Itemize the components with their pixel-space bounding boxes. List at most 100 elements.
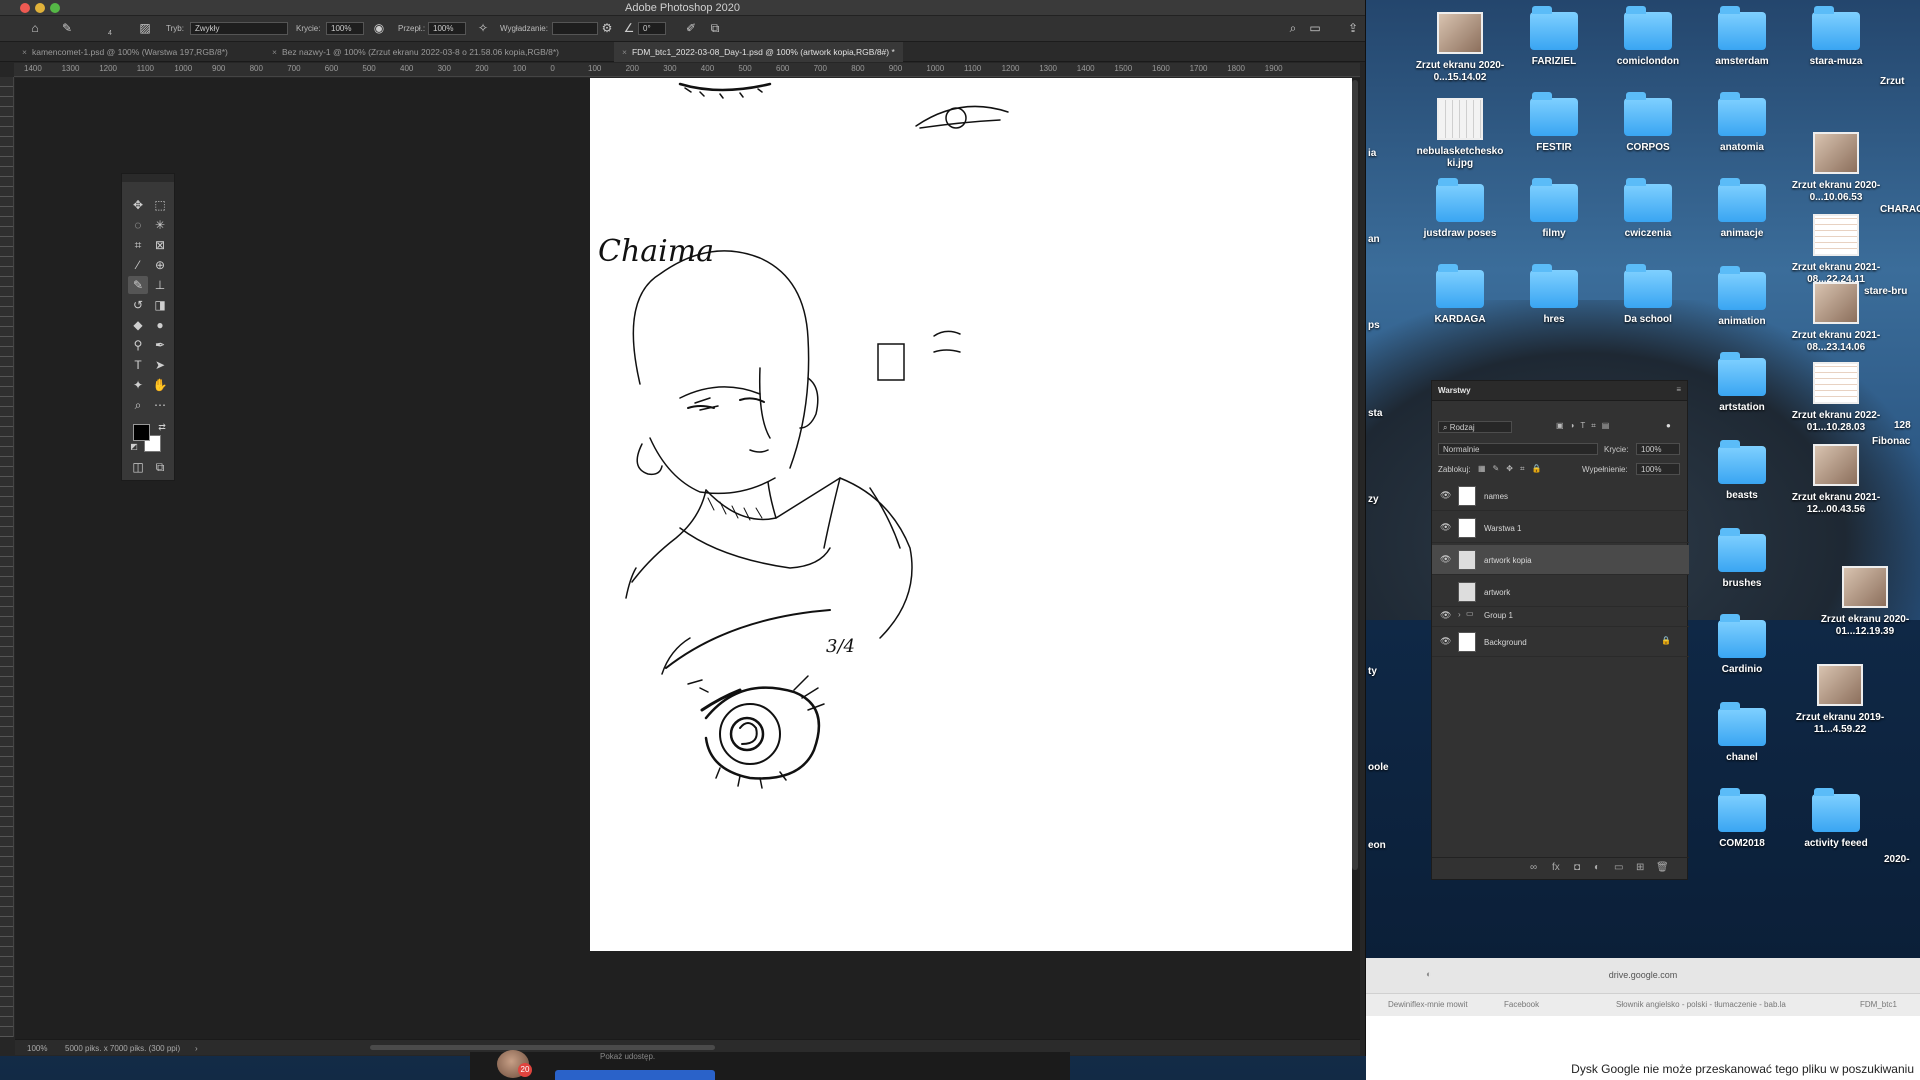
desktop-icon[interactable]: Zrzut ekranu 2022-01...10.28.03 xyxy=(1786,362,1886,434)
brush-settings-icon[interactable]: ▨ xyxy=(138,21,152,35)
angle-icon[interactable]: ∠ xyxy=(622,21,636,35)
desktop-icon[interactable]: Zrzut ekranu 2020-0...15.14.02 xyxy=(1410,12,1510,84)
crop-tool-icon[interactable]: ⌗ xyxy=(128,236,148,254)
link-layers-icon[interactable]: ∞ xyxy=(1530,862,1537,873)
desktop-folder[interactable]: hres xyxy=(1504,264,1604,326)
add-mask-icon[interactable]: ◘ xyxy=(1574,862,1580,873)
layer-filter-icons[interactable]: ▣◑T⌗▤ xyxy=(1556,421,1615,431)
desktop-icon[interactable]: Zrzut ekranu 2021-12...00.43.56 xyxy=(1786,444,1886,516)
document-tab[interactable]: × Bez nazwy-1 @ 100% (Zrzut ekranu 2022-0… xyxy=(264,42,567,62)
desktop-folder[interactable]: beasts xyxy=(1692,440,1792,502)
clone-stamp-tool-icon[interactable]: ⊥ xyxy=(150,276,170,294)
layer-filter-select[interactable]: ⌕ Rodzaj xyxy=(1438,421,1512,433)
swap-colors-icon[interactable]: ⇄ xyxy=(152,418,172,436)
desktop-folder[interactable]: KARDAGA xyxy=(1410,264,1510,326)
zoom-level[interactable]: 100% xyxy=(27,1044,47,1053)
marquee-tool-icon[interactable]: ⬚ xyxy=(150,196,170,214)
type-tool-icon[interactable]: T xyxy=(128,356,148,374)
brush-tool-icon[interactable]: ✎ xyxy=(128,276,148,294)
lasso-tool-icon[interactable]: ◌ xyxy=(128,216,148,234)
desktop-folder[interactable]: brushes xyxy=(1692,528,1792,590)
pen-tool-icon[interactable]: ✒ xyxy=(150,336,170,354)
tools-panel-header[interactable] xyxy=(122,174,174,182)
document-canvas[interactable]: Chaima 3/4 xyxy=(590,78,1352,951)
desktop-icon[interactable]: Zrzut ekranu 2020-0...10.06.53 xyxy=(1786,132,1886,204)
zoom-tool-icon[interactable]: ⌕ xyxy=(128,396,148,414)
workspace-icon[interactable]: ▭ xyxy=(1308,21,1322,35)
shape-tool-icon[interactable]: ✦ xyxy=(128,376,148,394)
desktop-folder[interactable]: comiclondon xyxy=(1598,6,1698,68)
hand-tool-icon[interactable]: ✋ xyxy=(150,376,170,394)
eraser-tool-icon[interactable]: ◨ xyxy=(150,296,170,314)
horizontal-scrollbar[interactable] xyxy=(370,1045,715,1050)
pressure-opacity-icon[interactable]: ◉ xyxy=(372,21,386,35)
close-tab-icon[interactable]: × xyxy=(22,47,27,57)
history-brush-tool-icon[interactable]: ↺ xyxy=(128,296,148,314)
desktop-folder[interactable]: animacje xyxy=(1692,178,1792,240)
magic-wand-tool-icon[interactable]: ✳ xyxy=(150,216,170,234)
share-screen-button[interactable] xyxy=(555,1070,715,1080)
visibility-eye-icon[interactable]: 👁 xyxy=(1440,611,1451,620)
visibility-eye-icon[interactable]: 👁 xyxy=(1440,637,1451,646)
adjustment-layer-icon[interactable]: ◐ xyxy=(1594,862,1600,873)
blur-tool-icon[interactable]: ● xyxy=(150,316,170,334)
document-info[interactable]: 5000 piks. x 7000 piks. (300 ppi) xyxy=(65,1044,180,1053)
quick-mask-icon[interactable]: ◫ xyxy=(128,458,148,476)
eyedropper-tool-icon[interactable]: ⁄ xyxy=(128,256,148,274)
close-tab-icon[interactable]: × xyxy=(272,47,277,57)
default-colors-icon[interactable]: ◩ xyxy=(124,438,144,456)
layers-panel-title[interactable]: Warstwy xyxy=(1438,386,1471,395)
angle-input[interactable]: 0° xyxy=(638,22,666,35)
fill-input[interactable]: 100% xyxy=(1636,463,1680,475)
bookmark-item[interactable]: Dewiniflex-mnie mowit xyxy=(1388,1000,1468,1009)
dodge-tool-icon[interactable]: ⚲ xyxy=(128,336,148,354)
airbrush-icon[interactable]: ✧ xyxy=(476,21,490,35)
frame-tool-icon[interactable]: ⊠ xyxy=(150,236,170,254)
share-icon[interactable]: ⇪ xyxy=(1346,21,1360,35)
layer-row-selected[interactable]: 👁 artwork kopia xyxy=(1432,545,1689,575)
paint-bucket-tool-icon[interactable]: ◆ xyxy=(128,316,148,334)
visibility-eye-icon[interactable]: 👁 xyxy=(1440,523,1451,532)
vertical-scrollbar[interactable] xyxy=(1352,80,1358,870)
new-layer-icon[interactable]: ⊞ xyxy=(1636,862,1644,873)
bookmark-item[interactable]: FDM_btc1 xyxy=(1860,1000,1897,1009)
desktop-icon[interactable]: Zrzut ekranu 2021-08...22.24.11 xyxy=(1786,214,1886,286)
desktop-folder[interactable]: Da school xyxy=(1598,264,1698,326)
new-group-icon[interactable]: ▭ xyxy=(1614,862,1623,873)
status-menu-chevron-icon[interactable]: › xyxy=(195,1044,198,1053)
desktop-folder[interactable]: Cardinio xyxy=(1692,614,1792,676)
desktop-folder[interactable]: artstation xyxy=(1692,352,1792,414)
path-selection-tool-icon[interactable]: ➤ xyxy=(150,356,170,374)
search-icon[interactable]: ⌕ xyxy=(1286,21,1300,35)
pressure-size-icon[interactable]: ✐ xyxy=(684,21,698,35)
move-tool-icon[interactable]: ✥ xyxy=(128,196,148,214)
document-tab-active[interactable]: × FDM_btc1_2022-03-08_Day-1.psd @ 100% (a… xyxy=(614,42,903,62)
bookmark-item[interactable]: Facebook xyxy=(1504,1000,1539,1009)
bookmark-item[interactable]: Słownik angielsko - polski - tłumaczenie… xyxy=(1616,1000,1786,1009)
desktop-folder[interactable]: animation xyxy=(1692,266,1792,328)
desktop-folder[interactable]: cwiczenia xyxy=(1598,178,1698,240)
desktop-folder[interactable]: FESTIR xyxy=(1504,92,1604,154)
layer-row[interactable]: 👁 Warstwa 1 xyxy=(1432,513,1689,543)
desktop-folder[interactable]: justdraw poses xyxy=(1410,178,1510,240)
trash-icon[interactable]: 🗑 xyxy=(1656,862,1669,873)
filter-toggle-icon[interactable]: ● xyxy=(1666,421,1671,430)
opacity-input[interactable]: 100% xyxy=(326,22,364,35)
desktop-folder[interactable]: chanel xyxy=(1692,702,1792,764)
desktop-folder[interactable]: filmy xyxy=(1504,178,1604,240)
layer-opacity-input[interactable]: 100% xyxy=(1636,443,1680,455)
healing-brush-tool-icon[interactable]: ⊕ xyxy=(150,256,170,274)
desktop-icon[interactable]: Zrzut ekranu 2020-01...12.19.39 xyxy=(1815,566,1915,638)
document-tab[interactable]: × kamencomet-1.psd @ 100% (Warstwa 197,RG… xyxy=(14,42,236,62)
desktop-icon[interactable]: nebulasketchesko ki.jpg xyxy=(1410,98,1510,170)
mode-select[interactable]: Zwykły xyxy=(190,22,288,35)
panel-menu-icon[interactable]: ≡ xyxy=(1676,385,1681,394)
desktop-folder[interactable]: amsterdam xyxy=(1692,6,1792,68)
group-expand-chevron-icon[interactable]: › xyxy=(1458,610,1461,619)
desktop-folder[interactable]: stara-muza xyxy=(1786,6,1886,68)
desktop-folder[interactable]: activity feeed xyxy=(1786,788,1886,850)
layer-style-icon[interactable]: fx xyxy=(1552,862,1560,873)
close-tab-icon[interactable]: × xyxy=(622,47,627,57)
lock-options-icons[interactable]: ▦✎✥⌗🔒 xyxy=(1478,464,1548,474)
layer-row[interactable]: 👁 names xyxy=(1432,481,1689,511)
